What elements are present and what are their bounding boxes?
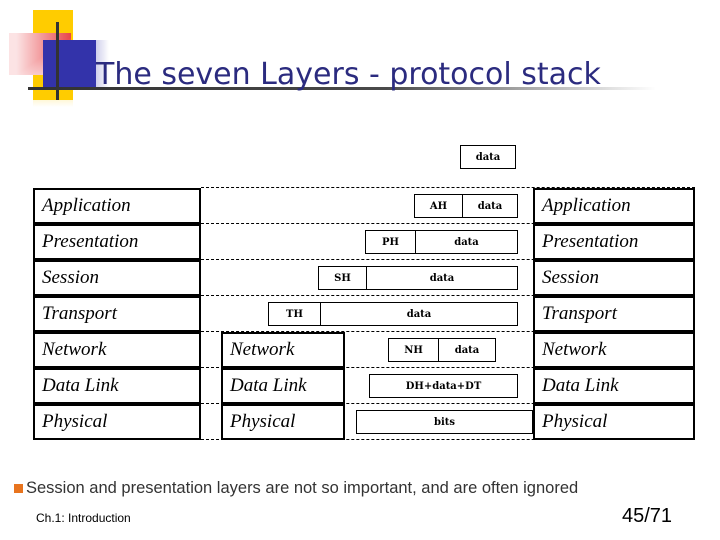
pdu-payload-session: data <box>366 266 518 290</box>
left-layer-cell-physical: Physical <box>33 404 201 440</box>
right-layer-cell-transport: Transport <box>533 296 695 332</box>
footer-chapter-label: Ch.1: Introduction <box>36 511 131 525</box>
footer-note-text: Session and presentation layers are not … <box>26 479 579 497</box>
pdu-payload-physical: bits <box>356 410 533 434</box>
pdu-header-session: SH <box>318 266 366 290</box>
pdu-payload-data-link: DH+data+DT <box>369 374 518 398</box>
left-layer-cell-transport: Transport <box>33 296 201 332</box>
pdu-header-presentation: PH <box>365 230 415 254</box>
footer-page-number: 45/71 <box>622 505 673 527</box>
left-layer-cell-presentation: Presentation <box>33 224 201 260</box>
right-layer-cell-network: Network <box>533 332 695 368</box>
right-layer-cell-session: Session <box>533 260 695 296</box>
left-layer-cell-network: Network <box>33 332 201 368</box>
pdu-header-transport: TH <box>268 302 320 326</box>
pdu-header-application: AH <box>414 194 462 218</box>
right-layer-cell-application: Application <box>533 188 695 224</box>
pdu-header-network: NH <box>388 338 438 362</box>
middle-layer-cell-network: Network <box>221 332 345 368</box>
pdu-payload-application: data <box>462 194 518 218</box>
left-layer-cell-session: Session <box>33 260 201 296</box>
pdu-payload-network: data <box>438 338 496 362</box>
protocol-stack-diagram: data Application Presentation Session Transp… <box>0 0 720 470</box>
right-layer-cell-presentation: Presentation <box>533 224 695 260</box>
middle-layer-cell-data-link: Data Link <box>221 368 345 404</box>
pdu-payload-transport: data <box>320 302 518 326</box>
pdu-payload-presentation: data <box>415 230 518 254</box>
right-layer-cell-data-link: Data Link <box>533 368 695 404</box>
square-bullet-icon <box>14 484 23 493</box>
left-layer-cell-data-link: Data Link <box>33 368 201 404</box>
middle-layer-cell-physical: Physical <box>221 404 345 440</box>
pdu-box-top-data: data <box>460 145 516 169</box>
right-layer-cell-physical: Physical <box>533 404 695 440</box>
left-layer-cell-application: Application <box>33 188 201 224</box>
footer-note: Session and presentation layers are not … <box>14 479 714 498</box>
